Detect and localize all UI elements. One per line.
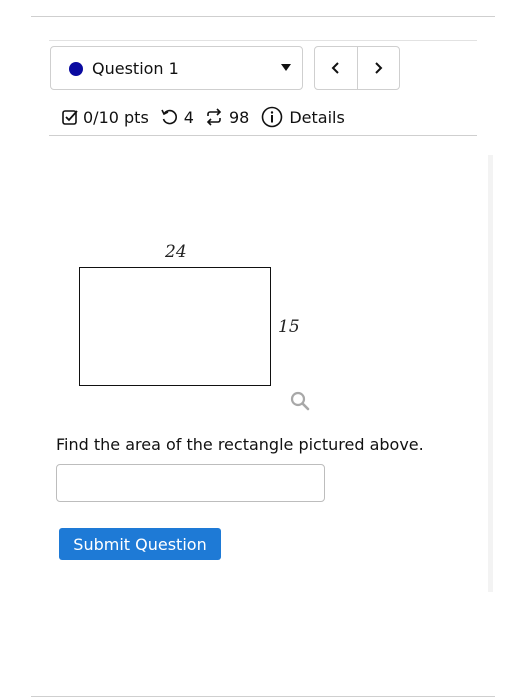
attempts-count: 98	[228, 107, 250, 127]
caret-down-icon	[281, 64, 291, 71]
question-status-dot	[69, 62, 83, 76]
info-icon[interactable]	[261, 106, 283, 128]
retries-count: 4	[183, 107, 194, 127]
answer-input[interactable]	[56, 464, 325, 502]
question-select-label: Question 1	[92, 59, 179, 78]
next-question-button[interactable]	[356, 47, 400, 89]
question-select[interactable]: Question 1	[50, 46, 303, 90]
checkbox-icon	[61, 108, 79, 126]
bottom-divider	[31, 696, 495, 697]
question-meta: 0/10 pts 4 98 Details	[61, 103, 345, 131]
retry-icon	[160, 108, 178, 126]
details-link[interactable]: Details	[289, 108, 344, 127]
attempts-icon	[205, 108, 223, 126]
height-label: 15	[278, 317, 300, 337]
magnifier-icon[interactable]	[289, 390, 311, 416]
chevron-left-icon	[331, 62, 339, 74]
card-edge	[488, 155, 493, 592]
score-text: 0/10 pts	[83, 107, 149, 127]
previous-question-button[interactable]	[315, 47, 357, 89]
submit-question-button[interactable]: Submit Question	[59, 528, 221, 560]
header-divider	[49, 40, 477, 41]
chevron-right-icon	[375, 62, 383, 74]
width-label: 24	[165, 242, 187, 262]
question-prompt: Find the area of the rectangle pictured …	[56, 435, 424, 454]
top-divider	[31, 16, 495, 17]
meta-divider	[49, 135, 477, 136]
question-nav-group	[314, 46, 400, 90]
rectangle-shape	[79, 267, 271, 386]
